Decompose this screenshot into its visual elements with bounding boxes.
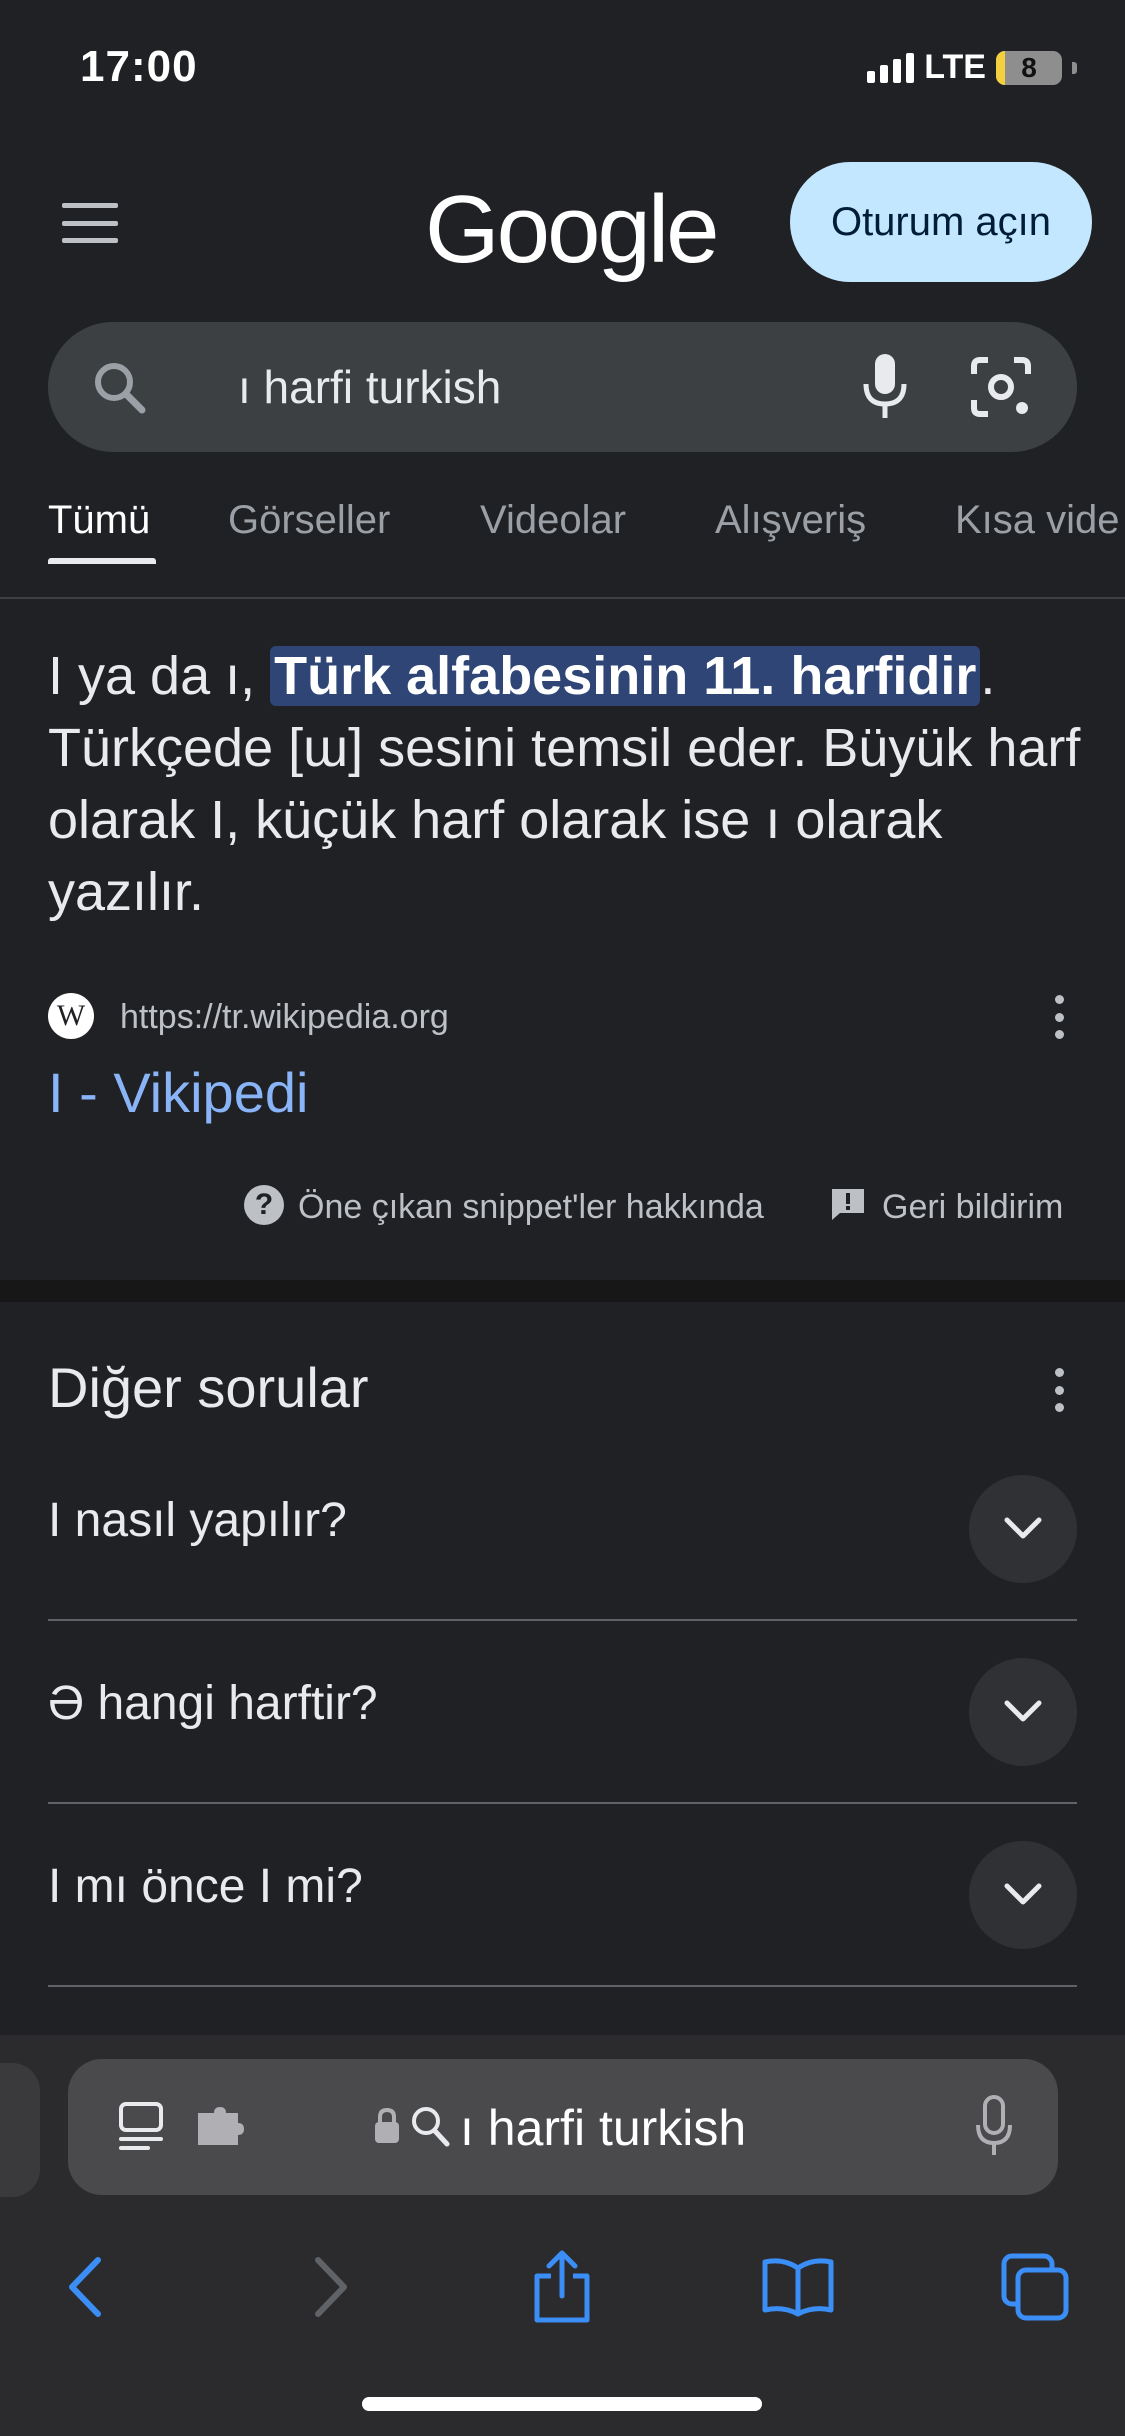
snippet-text-before: I ya da ı, — [48, 646, 271, 706]
extension-icon[interactable] — [194, 2105, 246, 2149]
signin-button[interactable]: Oturum açın — [790, 162, 1092, 282]
bookmarks-icon[interactable] — [758, 2247, 838, 2327]
address-text[interactable]: ı harfi turkish — [460, 2099, 746, 2157]
snippet-footer: ? Öne çıkan snippet'ler hakkında Geri bi… — [0, 1180, 1125, 1230]
address-bar[interactable]: ı harfi turkish — [68, 2059, 1058, 2195]
tab-videos[interactable]: Videolar — [480, 498, 626, 543]
about-snippets-link[interactable]: Öne çıkan snippet'ler hakkında — [298, 1188, 764, 1227]
share-icon[interactable] — [522, 2247, 602, 2327]
paa-divider — [48, 1985, 1077, 1987]
tabs-divider — [0, 597, 1125, 599]
tabs-icon[interactable] — [995, 2247, 1075, 2327]
mic-icon[interactable] — [974, 2095, 1014, 2159]
feedback-link[interactable]: Geri bildirim — [882, 1188, 1063, 1227]
paa-question[interactable]: I nasıl yapılır? — [48, 1438, 1077, 1621]
previous-tab-peek[interactable] — [0, 2063, 40, 2197]
search-icon — [412, 2107, 450, 2147]
paa-question-text[interactable]: I nasıl yapılır? — [48, 1493, 347, 1548]
snippet-source[interactable]: W https://tr.wikipedia.org — [48, 990, 1078, 1040]
tab-images[interactable]: Görseller — [228, 498, 390, 543]
tab-all[interactable]: Tümü — [48, 498, 150, 543]
source-url[interactable]: https://tr.wikipedia.org — [120, 998, 449, 1037]
help-icon[interactable]: ? — [244, 1185, 284, 1225]
status-bar: 17:00 LTE 8 — [0, 0, 1125, 130]
tab-short-videos[interactable]: Kısa vide — [955, 498, 1120, 543]
snippet-highlight: Türk alfabesinin 11. harfidir — [270, 646, 981, 706]
paa-title: Diğer sorular — [48, 1356, 369, 1419]
home-indicator[interactable] — [362, 2397, 762, 2411]
result-title-link[interactable]: I - Vikipedi — [48, 1060, 308, 1125]
screen: 17:00 LTE 8 Google Oturum açın ı harfi t… — [0, 0, 1125, 2436]
paa-more-options-icon[interactable] — [1054, 1368, 1064, 1412]
feedback-icon[interactable] — [830, 1187, 866, 1221]
back-icon[interactable] — [46, 2247, 126, 2327]
battery-level: 8 — [1021, 51, 1037, 83]
mic-icon[interactable] — [860, 352, 910, 422]
paa-question-text[interactable]: I mı önce I mi? — [48, 1859, 363, 1914]
chevron-down-icon[interactable] — [969, 1475, 1077, 1583]
network-type: LTE — [924, 48, 986, 86]
section-separator — [0, 1280, 1125, 1302]
safari-toolbar — [0, 2235, 1125, 2345]
google-logo[interactable]: Google — [425, 175, 720, 285]
chevron-down-icon[interactable] — [969, 1658, 1077, 1766]
forward-icon[interactable] — [290, 2247, 370, 2327]
search-icon — [95, 363, 146, 414]
paa-question[interactable]: I mı önce I mi? — [48, 1804, 1077, 1987]
more-options-icon[interactable] — [1054, 995, 1064, 1039]
status-indicators: LTE 8 — [867, 48, 1077, 87]
status-time: 17:00 — [80, 42, 198, 91]
reader-icon[interactable] — [118, 2101, 164, 2155]
search-query[interactable]: ı harfi turkish — [238, 360, 501, 414]
safari-toolbar-area: ı harfi turkish — [0, 2035, 1125, 2436]
featured-snippet-text: I ya da ı, Türk alfabesinin 11. harfidir… — [48, 640, 1088, 928]
lock-icon — [375, 2107, 399, 2143]
active-tab-indicator — [48, 558, 156, 564]
wikipedia-favicon-icon: W — [48, 993, 94, 1039]
battery-cap — [1072, 61, 1077, 74]
hamburger-icon[interactable] — [62, 203, 118, 243]
paa-question[interactable]: Ə hangi harftir? — [48, 1621, 1077, 1804]
lens-icon[interactable] — [970, 356, 1032, 418]
search-tabs: Tümü Görseller Videolar Alışveriş Kısa v… — [0, 490, 1125, 600]
google-header: Google Oturum açın — [0, 155, 1125, 285]
search-bar[interactable]: ı harfi turkish — [48, 322, 1077, 452]
battery-icon: 8 — [996, 50, 1062, 85]
chevron-down-icon[interactable] — [969, 1841, 1077, 1949]
tab-shopping[interactable]: Alışveriş — [715, 498, 866, 543]
paa-question-text[interactable]: Ə hangi harftir? — [48, 1676, 378, 1731]
cellular-signal-icon — [867, 52, 915, 83]
